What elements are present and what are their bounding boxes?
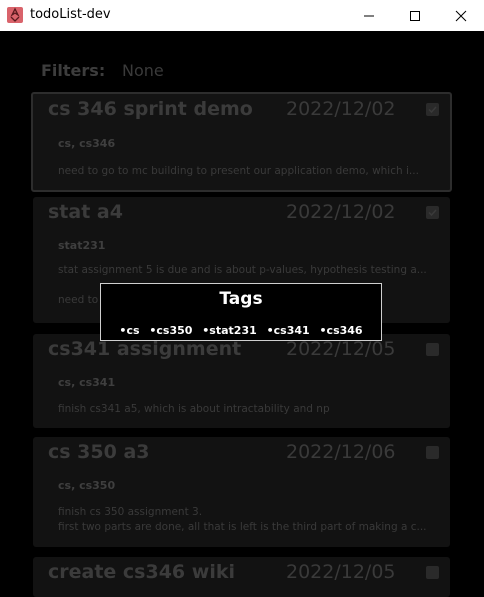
todo-card[interactable]: create cs346 wiki 2022/12/05 bbox=[33, 557, 450, 597]
done-checkbox[interactable] bbox=[426, 206, 439, 219]
app-icon bbox=[7, 7, 23, 23]
main-content: Filters: None cs 346 sprint demo 2022/12… bbox=[0, 31, 484, 597]
minimize-button[interactable] bbox=[346, 0, 392, 31]
done-checkbox[interactable] bbox=[426, 566, 439, 579]
checkmark-icon bbox=[428, 106, 437, 114]
tag-item[interactable]: •cs bbox=[119, 324, 139, 337]
close-icon bbox=[455, 10, 467, 21]
card-date: 2022/12/06 bbox=[286, 441, 396, 463]
tag-item[interactable]: •stat231 bbox=[202, 324, 256, 337]
card-date: 2022/12/05 bbox=[286, 561, 396, 583]
card-date: 2022/12/02 bbox=[286, 98, 396, 120]
done-checkbox[interactable] bbox=[426, 103, 439, 116]
card-title: cs341 assignment bbox=[48, 338, 242, 360]
card-tags: stat231 bbox=[58, 239, 106, 252]
filters-label: Filters: bbox=[41, 61, 106, 80]
maximize-icon bbox=[410, 10, 420, 21]
card-tags: cs, cs350 bbox=[58, 479, 116, 492]
window-titlebar: todoList-dev bbox=[0, 0, 484, 31]
card-description: finish cs 350 assignment 3. first two pa… bbox=[58, 506, 427, 533]
tag-item[interactable]: •cs350 bbox=[149, 324, 192, 337]
card-title: stat a4 bbox=[48, 201, 123, 223]
maximize-button[interactable] bbox=[392, 0, 438, 31]
card-tags: cs, cs341 bbox=[58, 376, 116, 389]
done-checkbox[interactable] bbox=[426, 343, 439, 356]
filters-value[interactable]: None bbox=[122, 61, 164, 80]
card-date: 2022/12/05 bbox=[286, 338, 396, 360]
tags-popup: Tags •cs •cs350 •stat231 •cs341 •cs346 bbox=[100, 283, 382, 341]
close-button[interactable] bbox=[438, 0, 484, 31]
window-title: todoList-dev bbox=[30, 7, 111, 22]
card-title: cs 350 a3 bbox=[48, 441, 150, 463]
card-title: cs 346 sprint demo bbox=[48, 98, 253, 120]
card-title: create cs346 wiki bbox=[48, 561, 235, 583]
popup-tag-list: •cs •cs350 •stat231 •cs341 •cs346 bbox=[101, 324, 381, 337]
filters-bar: Filters: None bbox=[41, 61, 164, 80]
todo-card[interactable]: cs 350 a3 2022/12/06 cs, cs350 finish cs… bbox=[33, 437, 450, 547]
tag-item[interactable]: •cs341 bbox=[267, 324, 310, 337]
tag-item[interactable]: •cs346 bbox=[320, 324, 363, 337]
popup-title: Tags bbox=[219, 289, 263, 309]
card-description: need to go to mc building to present our… bbox=[58, 165, 419, 177]
todo-card[interactable]: cs341 assignment 2022/12/05 cs, cs341 fi… bbox=[33, 334, 450, 428]
checkmark-icon bbox=[428, 209, 437, 217]
card-tags: cs, cs346 bbox=[58, 137, 116, 150]
card-date: 2022/12/02 bbox=[286, 201, 396, 223]
todo-card[interactable]: cs 346 sprint demo 2022/12/02 cs, cs346 … bbox=[31, 92, 452, 192]
minimize-icon bbox=[364, 15, 374, 16]
done-checkbox[interactable] bbox=[426, 446, 439, 459]
card-description: finish cs341 a5, which is about intracta… bbox=[58, 403, 330, 415]
